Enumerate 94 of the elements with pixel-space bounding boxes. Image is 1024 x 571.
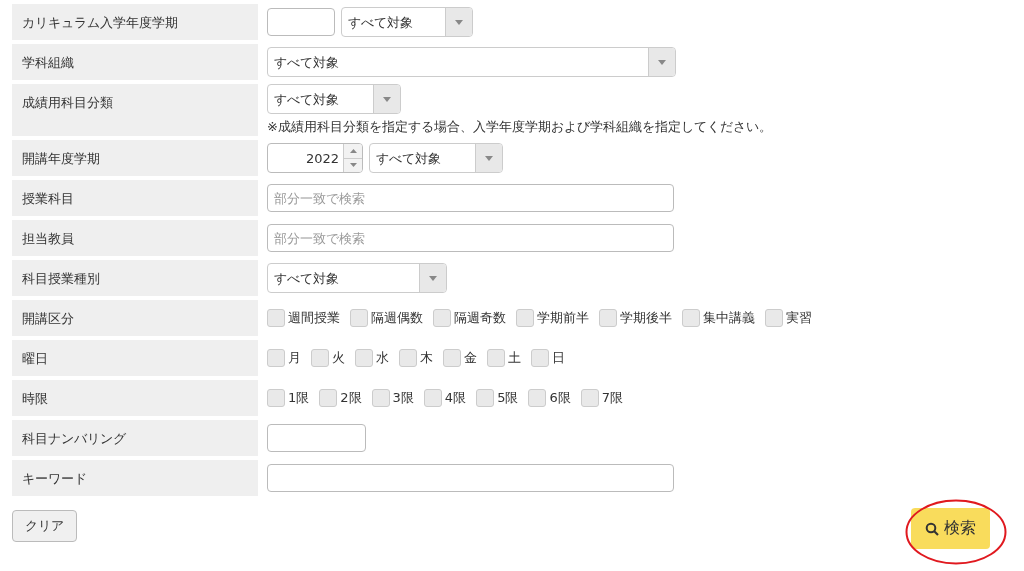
checkbox-option[interactable]: 4限 — [423, 389, 467, 407]
caret-icon — [485, 155, 493, 161]
checkbox-label: 6限 — [549, 389, 571, 407]
checkbox[interactable] — [682, 309, 700, 327]
checkbox[interactable] — [311, 349, 329, 367]
checkbox-option[interactable]: 学期前半 — [516, 309, 589, 327]
field-label: 開講年度学期 — [12, 140, 258, 176]
checkbox-option[interactable]: 木 — [399, 349, 433, 367]
field-label: 曜日 — [12, 340, 258, 376]
field-label: 成績用科目分類 — [12, 84, 258, 136]
field-label: 開講区分 — [12, 300, 258, 336]
hint-text: ※成績用科目分類を指定する場合、入学年度学期および学科組織を指定してください。 — [267, 118, 773, 136]
checkbox-label: 土 — [508, 349, 521, 367]
checkbox-label: 金 — [464, 349, 477, 367]
checkbox-label: 火 — [332, 349, 345, 367]
caret-icon — [455, 19, 463, 25]
checkbox[interactable] — [433, 309, 451, 327]
checkbox-option[interactable]: 水 — [355, 349, 389, 367]
checkbox-option[interactable]: 火 — [311, 349, 345, 367]
checkbox[interactable] — [476, 389, 495, 407]
caret-icon — [429, 275, 437, 281]
checkbox-option[interactable]: 5限 — [476, 389, 519, 407]
checkbox[interactable] — [765, 309, 783, 327]
checkbox-label: 実習 — [786, 309, 812, 327]
search-icon — [925, 521, 939, 536]
checkbox-label: 日 — [552, 349, 565, 367]
checkbox-label: 1限 — [288, 389, 310, 407]
checkbox[interactable] — [580, 389, 599, 407]
clear-button[interactable]: クリア — [12, 510, 77, 542]
dropdown[interactable]: すべて対象 — [341, 7, 473, 37]
checkbox-label: 5限 — [497, 389, 519, 407]
checkbox-label: 隔週奇数 — [454, 309, 506, 327]
checkbox-option[interactable]: 週間授業 — [267, 309, 340, 327]
field-label: 担当教員 — [12, 220, 258, 256]
checkbox[interactable] — [528, 389, 547, 407]
input-field[interactable] — [267, 8, 335, 36]
field-label: カリキュラム入学年度学期 — [12, 4, 258, 40]
dropdown[interactable]: すべて対象 — [267, 47, 676, 77]
checkbox[interactable] — [267, 309, 285, 327]
checkbox-option[interactable]: 3限 — [371, 389, 414, 407]
checkbox-option[interactable]: 6限 — [528, 389, 571, 407]
checkbox[interactable] — [267, 389, 285, 407]
search-button[interactable]: 検索 — [911, 508, 990, 549]
checkbox[interactable] — [355, 349, 373, 367]
field-label: キーワード — [12, 460, 258, 496]
checkbox[interactable] — [371, 389, 390, 407]
checkbox-option[interactable]: 日 — [531, 349, 565, 367]
checkbox-label: 7限 — [601, 389, 623, 407]
checkbox-label: 3限 — [392, 389, 414, 407]
caret-icon — [658, 59, 666, 65]
dropdown[interactable]: すべて対象 — [369, 143, 503, 173]
field-label: 科目授業種別 — [12, 260, 258, 296]
checkbox[interactable] — [531, 349, 549, 367]
checkbox-label: 水 — [376, 349, 389, 367]
checkbox[interactable] — [443, 349, 461, 367]
checkbox-label: 木 — [420, 349, 433, 367]
dropdown[interactable]: すべて対象 — [267, 263, 447, 293]
checkbox-label: 集中講義 — [703, 309, 755, 327]
checkbox[interactable] — [487, 349, 505, 367]
checkbox-option[interactable]: 隔週奇数 — [433, 309, 506, 327]
field-label: 授業科目 — [12, 180, 258, 216]
field-label: 時限 — [12, 380, 258, 416]
dropdown[interactable]: すべて対象 — [267, 84, 401, 114]
field-label: 学科組織 — [12, 44, 258, 80]
checkbox[interactable] — [350, 309, 368, 327]
checkbox-option[interactable]: 集中講義 — [682, 309, 755, 327]
checkbox-label: 週間授業 — [288, 309, 340, 327]
checkbox[interactable] — [516, 309, 534, 327]
checkbox-label: 月 — [288, 349, 301, 367]
checkbox-option[interactable]: 月 — [267, 349, 301, 367]
spin-up-icon[interactable] — [344, 144, 362, 158]
checkbox[interactable] — [319, 389, 338, 407]
number-spinner[interactable]: 2022 — [267, 143, 363, 173]
input-field[interactable] — [267, 464, 674, 492]
checkbox-option[interactable]: 2限 — [319, 389, 362, 407]
checkbox-option[interactable]: 土 — [487, 349, 521, 367]
checkbox-option[interactable]: 1限 — [267, 389, 310, 407]
checkbox-label: 隔週偶数 — [371, 309, 423, 327]
checkbox-option[interactable]: 学期後半 — [599, 309, 672, 327]
field-label: 科目ナンバリング — [12, 420, 258, 456]
checkbox[interactable] — [267, 349, 285, 367]
checkbox-label: 学期後半 — [620, 309, 672, 327]
checkbox[interactable] — [423, 389, 442, 407]
checkbox-label: 学期前半 — [537, 309, 589, 327]
checkbox-option[interactable]: 隔週偶数 — [350, 309, 423, 327]
checkbox-option[interactable]: 7限 — [580, 389, 623, 407]
checkbox-label: 2限 — [340, 389, 362, 407]
checkbox[interactable] — [599, 309, 617, 327]
input-field[interactable] — [267, 424, 366, 452]
checkbox-option[interactable]: 実習 — [765, 309, 812, 327]
checkbox[interactable] — [399, 349, 417, 367]
checkbox-option[interactable]: 金 — [443, 349, 477, 367]
checkbox-label: 4限 — [444, 389, 467, 407]
caret-icon — [383, 96, 391, 102]
